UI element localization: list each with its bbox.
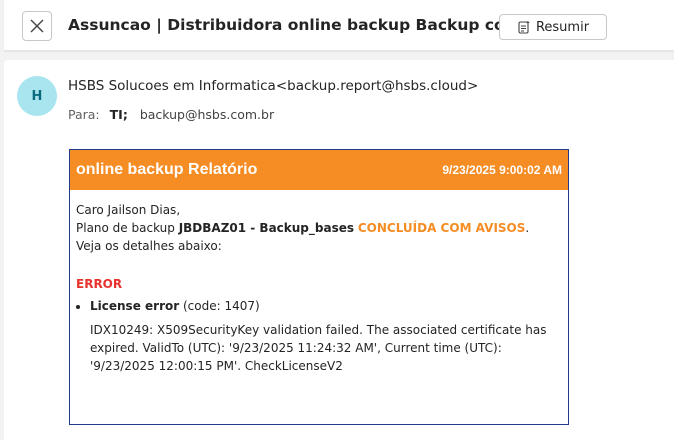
details-line: Veja os detalhes abaixo: <box>76 239 222 253</box>
plan-prefix: Plano de backup <box>76 221 179 235</box>
report-body: Caro Jailson Dias, Plano de backup JBDBA… <box>70 190 568 375</box>
plan-name: JBDBAZ01 - Backup_bases <box>178 221 355 235</box>
status-label: CONCLUÍDA COM AVISOS <box>357 221 526 235</box>
greeting: Caro Jailson Dias, <box>76 203 181 217</box>
error-code: (code: 1407) <box>179 299 260 313</box>
error-list: License error (code: 1407) <box>76 297 562 315</box>
error-detail: IDX10249: X509SecurityKey validation fai… <box>90 323 547 373</box>
avatar[interactable]: H <box>17 76 57 116</box>
to-label: Para: <box>68 107 100 122</box>
close-icon <box>30 19 44 33</box>
recipient-group[interactable]: TI; <box>110 107 128 122</box>
error-heading: ERROR <box>76 277 123 291</box>
summarize-button[interactable]: Resumir <box>499 14 607 40</box>
backup-report: online backup Relatório 9/23/2025 9:00:0… <box>69 149 569 425</box>
error-name: License error <box>90 299 180 313</box>
message-header: Assuncao | Distribuidora online backup B… <box>4 0 674 51</box>
plan-line: Plano de backup JBDBAZ01 - Backup_bases … <box>76 219 562 237</box>
error-item: License error (code: 1407) <box>90 297 562 315</box>
report-title: online backup Relatório <box>76 161 258 178</box>
report-date: 9/23/2025 9:00:02 AM <box>442 163 562 177</box>
message-card: H HSBS Solucoes em Informatica<backup.re… <box>4 60 674 440</box>
report-header: online backup Relatório 9/23/2025 9:00:0… <box>70 150 568 190</box>
summarize-icon <box>518 20 530 34</box>
recipients-line: Para: TI; backup@hsbs.com.br <box>68 107 274 122</box>
close-button[interactable] <box>22 11 52 41</box>
status-suffix: . <box>525 221 530 235</box>
recipient-email[interactable]: backup@hsbs.com.br <box>140 107 274 122</box>
summarize-label: Resumir <box>535 19 590 35</box>
sender-name[interactable]: HSBS Solucoes em Informatica<backup.repo… <box>68 78 478 94</box>
